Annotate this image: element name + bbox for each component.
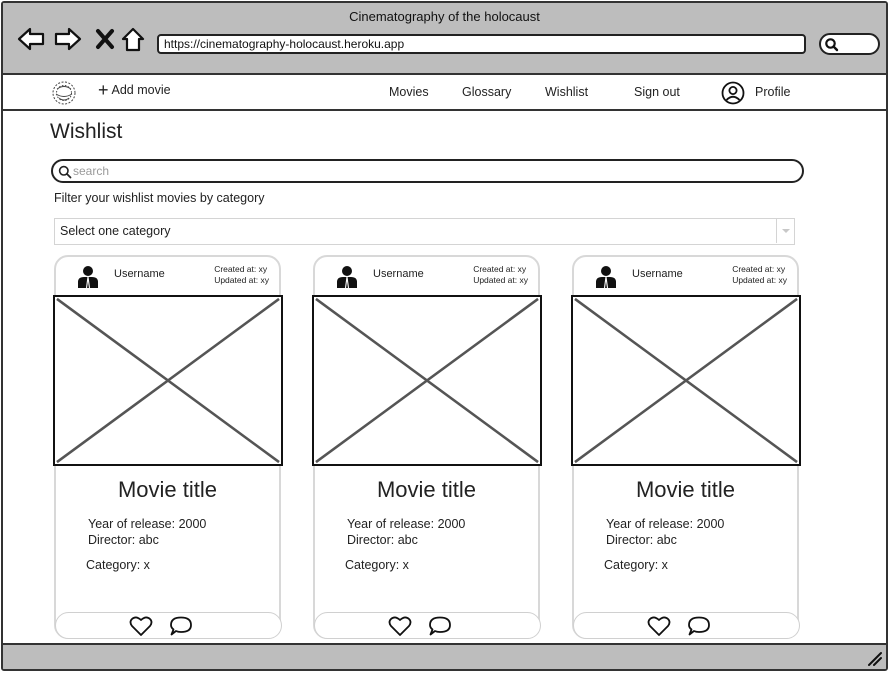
category-select-value: Select one category (60, 224, 171, 238)
home-icon (121, 27, 145, 52)
created-at: Created at: xy (214, 264, 268, 274)
movie-card: Username Created at: xy Updated at: xy M… (53, 255, 283, 639)
image-placeholder-icon (574, 297, 798, 464)
nav-glossary[interactable]: Glossary (462, 85, 511, 99)
forward-button[interactable] (53, 25, 83, 53)
back-arrow-icon (17, 27, 45, 51)
add-movie-label: Add movie (111, 83, 171, 97)
created-at: Created at: xy (732, 264, 786, 274)
search-icon (58, 165, 72, 179)
wishlist-search[interactable] (51, 159, 804, 183)
movie-image[interactable] (312, 295, 542, 466)
back-button[interactable] (16, 25, 46, 53)
image-placeholder-icon (315, 297, 539, 464)
release-year: Year of release: 2000 (606, 517, 725, 531)
nav-wishlist[interactable]: Wishlist (545, 85, 588, 99)
plus-icon: + (98, 80, 109, 100)
card-header: Username Created at: xy Updated at: xy (574, 257, 797, 295)
page-title: Wishlist (50, 120, 123, 143)
forward-arrow-icon (54, 27, 82, 51)
movie-category: Category: x (86, 558, 150, 572)
comment-icon[interactable] (687, 615, 711, 637)
browser-window: Cinematography of the holocaust https://… (1, 1, 888, 671)
movie-meta: Year of release: 2000 Director: abc (606, 516, 724, 548)
chevron-down-icon[interactable] (776, 219, 794, 243)
add-movie-link[interactable]: + Add movie (98, 80, 171, 100)
address-bar[interactable]: https://cinematography-holocaust.heroku.… (157, 34, 806, 54)
movie-meta: Year of release: 2000 Director: abc (347, 516, 465, 548)
updated-at: Updated at: xy (732, 275, 787, 285)
comment-icon[interactable] (428, 615, 452, 637)
heart-icon[interactable] (647, 615, 671, 637)
user-icon (337, 266, 357, 288)
card-timestamps: Created at: xy Updated at: xy (214, 264, 269, 286)
movie-category: Category: x (604, 558, 668, 572)
card-username[interactable]: Username (114, 268, 165, 280)
app-navbar: + Add movie Movies Glossary Wishlist Sign… (3, 75, 886, 111)
heart-icon[interactable] (388, 615, 412, 637)
status-bar (3, 643, 886, 669)
movie-category: Category: x (345, 558, 409, 572)
card-header: Username Created at: xy Updated at: xy (56, 257, 279, 295)
stop-button[interactable] (90, 25, 120, 53)
created-at: Created at: xy (473, 264, 527, 274)
card-timestamps: Created at: xy Updated at: xy (732, 264, 787, 286)
comment-icon[interactable] (169, 615, 193, 637)
updated-at: Updated at: xy (473, 275, 528, 285)
card-actions (55, 612, 282, 639)
director: Director: abc (347, 533, 418, 547)
movie-card: Username Created at: xy Updated at: xy M… (571, 255, 801, 639)
movie-image[interactable] (571, 295, 801, 466)
movie-title[interactable]: Movie title (574, 477, 797, 503)
profile-icon[interactable] (721, 81, 745, 105)
director: Director: abc (606, 533, 677, 547)
card-username[interactable]: Username (632, 268, 683, 280)
heart-icon[interactable] (129, 615, 153, 637)
user-icon (78, 266, 98, 288)
movie-card: Username Created at: xy Updated at: xy M… (312, 255, 542, 639)
image-placeholder-icon (56, 297, 280, 464)
movie-meta: Year of release: 2000 Director: abc (88, 516, 206, 548)
user-icon (596, 266, 616, 288)
card-actions (314, 612, 541, 639)
nav-profile[interactable]: Profile (755, 85, 790, 99)
resize-grip-icon[interactable] (866, 650, 882, 666)
window-title: Cinematography of the holocaust (349, 9, 540, 24)
search-input[interactable] (73, 163, 773, 179)
close-icon (96, 29, 114, 49)
home-button[interactable] (118, 25, 148, 53)
logo-icon[interactable] (49, 79, 79, 107)
card-timestamps: Created at: xy Updated at: xy (473, 264, 528, 286)
filter-label: Filter your wishlist movies by category (54, 191, 265, 205)
release-year: Year of release: 2000 (347, 517, 466, 531)
updated-at: Updated at: xy (214, 275, 269, 285)
movie-title[interactable]: Movie title (315, 477, 538, 503)
card-actions (573, 612, 800, 639)
release-year: Year of release: 2000 (88, 517, 207, 531)
card-username[interactable]: Username (373, 268, 424, 280)
movie-image[interactable] (53, 295, 283, 466)
browser-search-field[interactable] (819, 33, 880, 55)
nav-sign-out[interactable]: Sign out (634, 85, 680, 99)
nav-movies[interactable]: Movies (389, 85, 429, 99)
director: Director: abc (88, 533, 159, 547)
browser-toolbar: Cinematography of the holocaust https://… (3, 3, 886, 75)
card-header: Username Created at: xy Updated at: xy (315, 257, 538, 295)
category-select[interactable]: Select one category (54, 218, 795, 245)
search-icon (825, 38, 839, 52)
movie-title[interactable]: Movie title (56, 477, 279, 503)
